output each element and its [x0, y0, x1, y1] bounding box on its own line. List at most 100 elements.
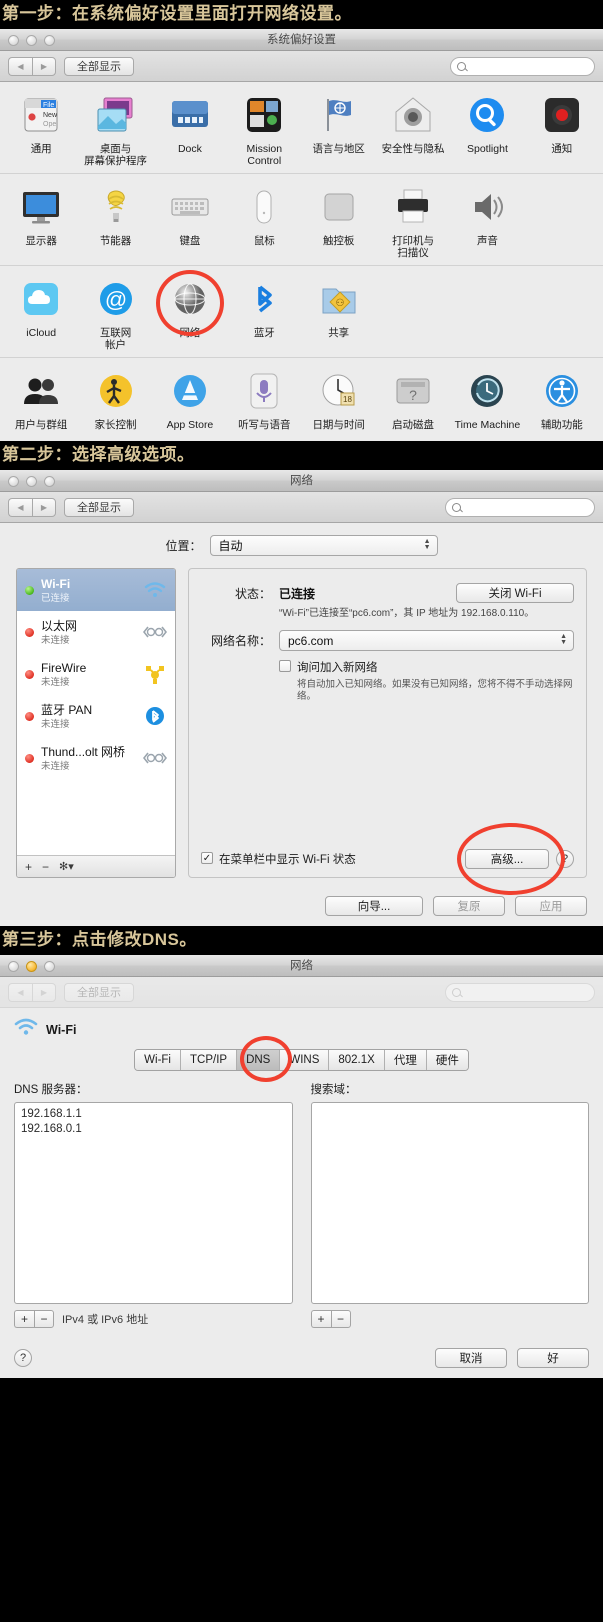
show-all-button[interactable]: 全部显示: [64, 982, 134, 1002]
zoom-button[interactable]: [44, 476, 55, 487]
pref-item-spotlight[interactable]: Spotlight: [450, 92, 524, 167]
minimize-button[interactable]: [26, 35, 37, 46]
revert-button[interactable]: 复原: [433, 896, 505, 916]
close-button[interactable]: [8, 35, 19, 46]
network-name-value-group: pc6.com ▲ ▼ 询问加入新网络 将自动加入已知网络。如果没有已知网络，您将…: [279, 630, 574, 703]
pref-item-dictation-speech[interactable]: 听写与语音: [227, 368, 301, 431]
zoom-button[interactable]: [44, 961, 55, 972]
apply-button[interactable]: 应用: [515, 896, 587, 916]
remove-search-domain-button[interactable]: −: [330, 1310, 351, 1328]
pref-item-displays[interactable]: 显示器: [4, 184, 78, 259]
pref-item-printers-scanners[interactable]: 打印机与 扫描仪: [376, 184, 450, 259]
service-item-firewire[interactable]: FireWire 未连接: [17, 653, 175, 695]
forward-icon[interactable]: ▶: [32, 982, 56, 1002]
add-dns-server-button[interactable]: +: [14, 1310, 34, 1328]
search-input[interactable]: [450, 57, 595, 76]
menubar-status-row[interactable]: ✓ 在菜单栏中显示 Wi-Fi 状态: [201, 851, 356, 867]
tab-wifi[interactable]: Wi-Fi: [135, 1050, 181, 1070]
service-actions-gear-icon[interactable]: ✻▾: [59, 860, 74, 873]
service-list[interactable]: Wi-Fi 已连接 以太网 未连接 FireWire 未连接 蓝牙 PAN 未连…: [16, 568, 176, 878]
pref-item-startup-disk[interactable]: ? 启动磁盘: [376, 368, 450, 431]
close-button[interactable]: [8, 961, 19, 972]
pref-item-dock[interactable]: Dock: [153, 92, 227, 167]
service-item-bluetooth-pan[interactable]: 蓝牙 PAN 未连接: [17, 695, 175, 737]
search-domains-list[interactable]: [310, 1102, 589, 1304]
service-item-thunderbolt-bridge[interactable]: Thund...olt 网桥 未连接: [17, 737, 175, 779]
ask-join-checkbox[interactable]: [279, 660, 291, 672]
remove-dns-server-button[interactable]: −: [34, 1310, 54, 1328]
pref-item-internet-accounts[interactable]: @ 互联网 帐户: [78, 276, 152, 351]
pref-label: 互联网 帐户: [99, 327, 132, 351]
remove-service-button[interactable]: −: [42, 860, 49, 874]
advanced-button[interactable]: 高级...: [465, 849, 549, 869]
show-all-button[interactable]: 全部显示: [64, 497, 134, 517]
tab-proxies[interactable]: 代理: [384, 1050, 427, 1070]
forward-icon[interactable]: ▶: [32, 497, 56, 517]
nav-segment[interactable]: ◀ ▶: [8, 497, 56, 517]
network-name-select[interactable]: pc6.com ▲ ▼: [279, 630, 574, 651]
nav-segment[interactable]: ◀ ▶: [8, 982, 56, 1002]
pref-item-trackpad[interactable]: 触控板: [302, 184, 376, 259]
pref-item-sharing[interactable]: ⚇ 共享: [302, 276, 376, 351]
cancel-button[interactable]: 取消: [435, 1348, 507, 1368]
help-button[interactable]: ?: [556, 850, 574, 868]
pref-item-desktop-screensaver[interactable]: 桌面与 屏幕保护程序: [78, 92, 152, 167]
pref-item-language-region[interactable]: 语言与地区: [302, 92, 376, 167]
pref-label: Spotlight: [467, 143, 508, 155]
show-all-button[interactable]: 全部显示: [64, 56, 134, 76]
pref-item-sound[interactable]: 声音: [450, 184, 524, 259]
show-status-menubar-checkbox[interactable]: ✓: [201, 852, 213, 864]
search-input[interactable]: [445, 983, 595, 1002]
service-item-ethernet[interactable]: 以太网 未连接: [17, 611, 175, 653]
ask-join-row[interactable]: 询问加入新网络: [279, 659, 574, 675]
tab-tcpip[interactable]: TCP/IP: [181, 1050, 238, 1070]
pref-item-users-groups[interactable]: 用户与群组: [4, 368, 78, 431]
toggle-wifi-button[interactable]: 关闭 Wi-Fi: [456, 583, 574, 603]
minimize-button[interactable]: [26, 476, 37, 487]
dns-server-row[interactable]: 192.168.0.1: [21, 1122, 286, 1137]
search-input[interactable]: [445, 498, 595, 517]
pref-item-mission-control[interactable]: Mission Control: [227, 92, 301, 167]
pref-item-security-privacy[interactable]: 安全性与隐私: [376, 92, 450, 167]
trackpad-icon: [316, 184, 362, 230]
status-dot-disconnected: [25, 753, 34, 763]
back-icon[interactable]: ◀: [8, 982, 32, 1002]
pref-item-date-time[interactable]: 18 日期与时间: [302, 368, 376, 431]
tab-hardware[interactable]: 硬件: [426, 1050, 468, 1070]
pref-item-notifications[interactable]: 通知: [525, 92, 599, 167]
pref-item-energy-saver[interactable]: 节能器: [78, 184, 152, 259]
dns-servers-list[interactable]: 192.168.1.1 192.168.0.1: [14, 1102, 293, 1304]
nav-segment[interactable]: ◀ ▶: [8, 56, 56, 76]
add-search-domain-button[interactable]: +: [310, 1310, 331, 1328]
service-item-wifi[interactable]: Wi-Fi 已连接: [17, 569, 175, 611]
pref-item-keyboard[interactable]: 键盘: [153, 184, 227, 259]
pref-item-accessibility[interactable]: 辅助功能: [525, 368, 599, 431]
back-icon[interactable]: ◀: [8, 497, 32, 517]
pref-item-mouse[interactable]: 鼠标: [227, 184, 301, 259]
pref-item-bluetooth[interactable]: 蓝牙: [227, 276, 301, 351]
pref-item-app-store[interactable]: App Store: [153, 368, 227, 431]
zoom-button[interactable]: [44, 35, 55, 46]
pref-item-icloud[interactable]: iCloud: [4, 276, 78, 351]
add-service-button[interactable]: +: [25, 860, 32, 874]
ok-button[interactable]: 好: [517, 1348, 589, 1368]
location-select[interactable]: 自动 ▲ ▼: [209, 535, 438, 556]
tab-dns[interactable]: DNS: [237, 1050, 281, 1070]
pref-item-time-machine[interactable]: Time Machine: [450, 368, 524, 431]
close-button[interactable]: [8, 476, 19, 487]
step-3-caption: 第三步：点击修改DNS。: [0, 926, 603, 955]
pref-item-network[interactable]: 网络: [153, 270, 227, 351]
tab-8021x[interactable]: 802.1X: [329, 1050, 385, 1070]
pref-item-general[interactable]: File New Ope 通用: [4, 92, 78, 167]
service-name: 蓝牙 PAN: [41, 703, 93, 717]
minimize-button[interactable]: [26, 961, 37, 972]
tab-group[interactable]: Wi-Fi TCP/IP DNS WINS 802.1X 代理 硬件: [134, 1049, 469, 1071]
back-icon[interactable]: ◀: [8, 56, 32, 76]
mouse-icon: [241, 184, 287, 230]
forward-icon[interactable]: ▶: [32, 56, 56, 76]
pref-item-parental-controls[interactable]: 家长控制: [78, 368, 152, 431]
help-button[interactable]: ?: [14, 1349, 32, 1367]
tab-wins[interactable]: WINS: [280, 1050, 330, 1070]
assistant-button[interactable]: 向导...: [325, 896, 423, 916]
dns-server-row[interactable]: 192.168.1.1: [21, 1107, 286, 1122]
